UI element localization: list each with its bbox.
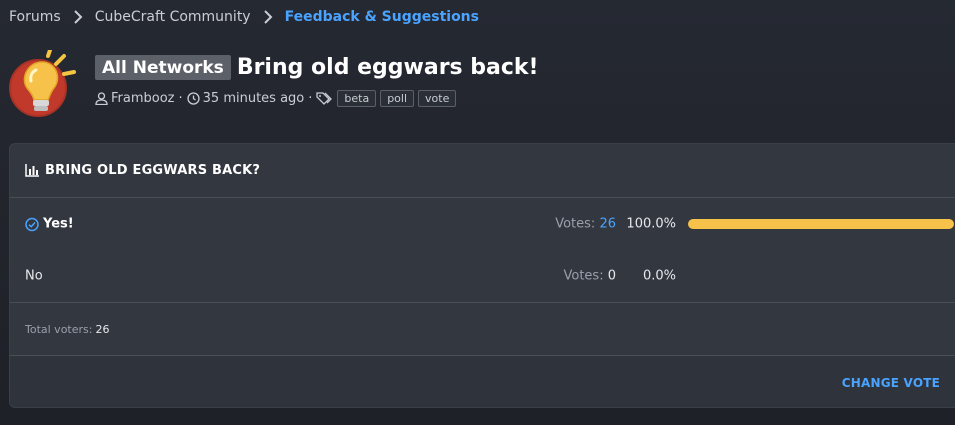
poll-option-votes: Votes: 26 [555, 217, 616, 232]
thread-author[interactable]: Frambooz [111, 91, 175, 106]
thread-title: Bring old eggwars back! [236, 55, 539, 80]
poll-option-percent: 100.0% [626, 216, 676, 232]
lightbulb-icon [8, 48, 78, 118]
change-vote-button[interactable]: CHANGE VOTE [842, 376, 940, 390]
meta-separator: · [308, 91, 313, 106]
breadcrumb-forums[interactable]: Forums [9, 9, 61, 25]
total-voters: Total voters: 26 [10, 303, 955, 356]
meta-separator: · [178, 91, 183, 106]
poll-option-bar [688, 219, 954, 229]
poll-option-no: No Votes: 0 0.0% [10, 250, 955, 303]
chevron-right-icon [263, 10, 273, 24]
poll-option-bar [688, 271, 954, 281]
chevron-right-icon [73, 10, 83, 24]
tag-beta[interactable]: beta [337, 90, 377, 107]
tag-vote[interactable]: vote [418, 90, 457, 107]
total-voters-label: Total voters: [25, 322, 93, 336]
poll-question: BRING OLD EGGWARS BACK? [45, 163, 261, 178]
tags-icon [316, 92, 333, 105]
poll-header: BRING OLD EGGWARS BACK? [10, 144, 955, 198]
votes-label: Votes: [563, 268, 604, 284]
poll-option-yes: Yes! Votes: 26 100.0% [10, 198, 955, 250]
check-circle-icon [25, 217, 39, 231]
breadcrumb-feedback-suggestions[interactable]: Feedback & Suggestions [285, 9, 479, 25]
clock-icon [186, 92, 200, 105]
breadcrumb-cubecraft-community[interactable]: CubeCraft Community [95, 9, 251, 25]
tag-poll[interactable]: poll [380, 90, 415, 107]
poll-card: BRING OLD EGGWARS BACK? Yes! Votes: 26 1… [9, 143, 955, 408]
poll-option-label: No [25, 269, 43, 284]
votes-count: 0 [607, 268, 616, 284]
thread-title-row: All Networks Bring old eggwars back! [95, 55, 539, 80]
poll-option-label: Yes! [25, 217, 74, 232]
votes-count-link[interactable]: 26 [599, 217, 616, 232]
bar-chart-icon [25, 164, 39, 177]
poll-option-percent: 0.0% [642, 268, 676, 284]
breadcrumb: Forums CubeCraft Community Feedback & Su… [9, 6, 479, 28]
poll-option-votes: Votes: 0 [563, 269, 616, 284]
poll-option-text: No [25, 268, 43, 284]
poll-option-text: Yes! [43, 216, 74, 232]
poll-footer: CHANGE VOTE [10, 356, 955, 407]
poll-option-bar-fill [688, 219, 954, 229]
user-icon [95, 92, 108, 105]
thread-time[interactable]: 35 minutes ago [203, 91, 305, 106]
total-voters-count: 26 [95, 322, 110, 336]
thread-meta: Frambooz · 35 minutes ago · beta poll vo… [95, 90, 460, 107]
votes-label: Votes: [555, 216, 596, 232]
thread-prefix-badge[interactable]: All Networks [95, 55, 231, 80]
